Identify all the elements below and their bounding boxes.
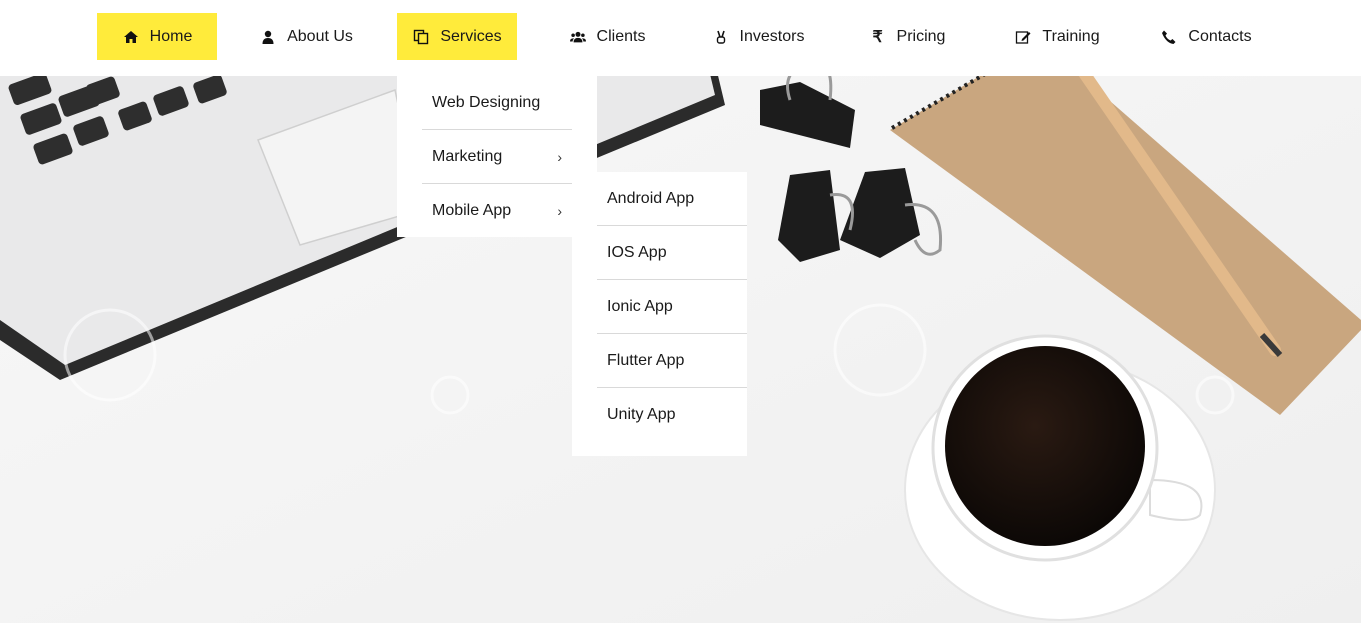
submenu-item-label: Unity App	[607, 406, 676, 423]
dropdown-item-label: Marketing	[432, 147, 503, 165]
dropdown-item-web-designing[interactable]: Web Designing	[422, 76, 572, 130]
submenu-item-label: Android App	[607, 189, 695, 207]
submenu-item-label: IOS App	[607, 243, 667, 261]
services-dropdown: Web Designing Marketing › Mobile App ›	[397, 76, 597, 237]
nav-label: Home	[149, 27, 193, 45]
submenu-item-android-app[interactable]: Android App	[597, 172, 747, 226]
edit-icon	[1014, 28, 1032, 46]
submenu-item-flutter-app[interactable]: Flutter App	[597, 334, 747, 388]
submenu-item-ionic-app[interactable]: Ionic App	[597, 280, 747, 334]
nav-label: Pricing	[896, 27, 946, 45]
submenu-item-label: Flutter App	[607, 351, 685, 369]
dropdown-item-mobile-app[interactable]: Mobile App ›	[422, 184, 572, 238]
user-icon	[259, 28, 277, 46]
nav-investors[interactable]: Investors	[696, 13, 820, 60]
copy-icon	[412, 28, 430, 46]
nav-services[interactable]: Services	[397, 13, 517, 60]
chevron-right-icon: ›	[557, 148, 562, 165]
nav-label: Clients	[596, 27, 646, 45]
nav-label: Contacts	[1188, 27, 1252, 45]
nav-training[interactable]: Training	[997, 13, 1117, 60]
users-icon	[569, 28, 587, 46]
nav-clients[interactable]: Clients	[550, 13, 664, 60]
rupee-icon: ₹	[872, 28, 883, 46]
nav-label: Services	[440, 27, 502, 45]
chevron-right-icon: ›	[557, 203, 562, 219]
peace-hand-icon	[712, 28, 730, 46]
submenu-item-unity-app[interactable]: Unity App	[597, 388, 747, 442]
nav-about-us[interactable]: About Us	[246, 13, 366, 60]
nav-label: Investors	[739, 27, 805, 45]
nav-label: About Us	[287, 27, 353, 45]
nav-pricing[interactable]: ₹ Pricing	[855, 13, 959, 60]
home-icon	[122, 28, 140, 46]
dropdown-item-marketing[interactable]: Marketing ›	[422, 130, 572, 184]
nav-contacts[interactable]: Contacts	[1146, 13, 1266, 60]
main-nav: Home About Us Services Clients Investors…	[0, 0, 1361, 76]
dropdown-item-label: Web Designing	[432, 93, 541, 111]
dropdown-item-label: Mobile App	[432, 202, 512, 219]
phone-icon	[1160, 28, 1178, 46]
mobile-app-submenu: Android App IOS App Ionic App Flutter Ap…	[572, 172, 747, 456]
nav-home[interactable]: Home	[97, 13, 217, 60]
submenu-item-label: Ionic App	[607, 297, 673, 315]
nav-label: Training	[1042, 27, 1100, 45]
submenu-item-ios-app[interactable]: IOS App	[597, 226, 747, 280]
